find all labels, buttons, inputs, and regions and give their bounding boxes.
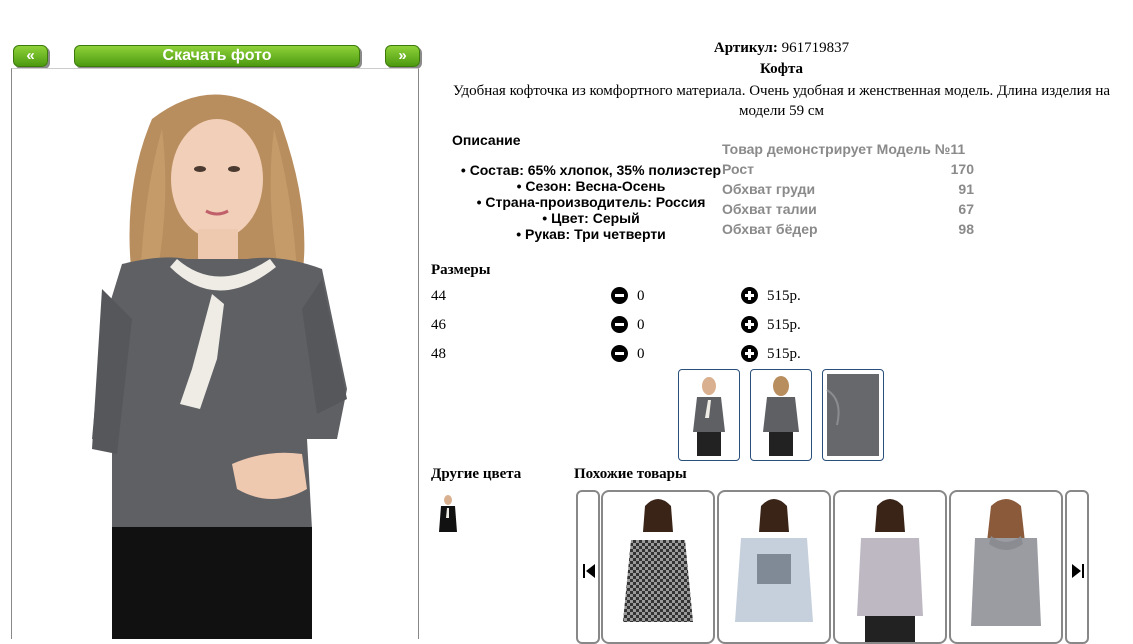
article-value: 961719837 [781,40,850,56]
price-value: 515р. [767,346,801,362]
article-line: Артикул: 961719837 [430,40,1133,57]
details-heading: Описание [452,132,521,148]
quantity-value: 0 [637,317,645,333]
model-row: Обхват груди 91 [722,179,974,199]
model-row: Обхват талии 67 [722,199,974,219]
size-label: 44 [431,288,446,304]
next-photo-button[interactable]: » [385,45,420,67]
similar-product-image [623,499,693,622]
similar-product-image [857,499,923,642]
download-photo-button[interactable]: Скачать фото [74,45,360,67]
price-value: 515р. [767,288,801,304]
model-row: Рост 170 [722,159,974,179]
quantity-value: 0 [637,288,645,304]
detail-item: Страна-производитель: Россия [446,194,736,210]
skip-previous-icon [583,564,595,578]
skip-next-icon [1072,564,1084,578]
model-row-label: Обхват талии [722,201,817,217]
sizes-heading: Размеры [431,262,491,278]
similar-product-card[interactable] [717,490,831,644]
plus-circle-icon[interactable] [741,287,758,304]
other-color-image [439,495,457,532]
main-product-photo [11,68,419,639]
previous-photo-button[interactable]: « [13,45,48,67]
size-row: 48 0 515р. [431,344,831,364]
price-value: 515р. [767,317,801,333]
similar-product-image [735,499,813,622]
model-row-label: Рост [722,161,754,177]
model-row: Обхват бёдер 98 [722,219,974,239]
quantity-value: 0 [637,346,645,362]
product-title: Кофта [759,61,804,77]
photo-thumbnail-front[interactable] [678,369,740,461]
size-label: 48 [431,346,446,362]
size-label: 46 [431,317,446,333]
article-label: Артикул: [713,40,778,56]
carousel-prev-button[interactable] [576,490,600,644]
product-description: Удобная кофточка из комфортного материал… [452,83,1111,119]
model-row-value: 98 [958,221,974,237]
similar-product-card[interactable] [833,490,947,644]
thumbnail-image [826,374,879,456]
thumbnail-image [763,376,799,456]
model-row-label: Обхват груди [722,181,816,197]
model-photo-image [92,94,347,639]
similar-products-heading: Похожие товары [574,466,687,482]
thumbnail-image [693,377,725,456]
plus-circle-icon[interactable] [741,345,758,362]
photo-thumbnail-fabric[interactable] [822,369,884,461]
photo-thumbnail-back[interactable] [750,369,812,461]
size-row: 46 0 515р. [431,315,831,335]
detail-item: Рукав: Три четверти [446,226,736,242]
model-measurements: Товар демонстрирует Модель №11 Рост 170 … [722,139,974,239]
detail-item: Сезон: Весна-Осень [446,178,736,194]
model-row-value: 91 [958,181,974,197]
similar-product-card[interactable] [949,490,1063,644]
plus-circle-icon[interactable] [741,316,758,333]
model-heading: Товар демонстрирует Модель №11 [722,141,966,157]
similar-product-card[interactable] [601,490,715,644]
size-row: 44 0 515р. [431,286,831,306]
minus-circle-icon[interactable] [611,345,628,362]
model-row-value: 170 [950,161,974,177]
model-row-label: Обхват бёдер [722,221,818,237]
carousel-next-button[interactable] [1065,490,1089,644]
model-row-value: 67 [958,201,974,217]
other-colors-heading: Другие цвета [431,466,522,482]
details-list: Состав: 65% хлопок, 35% полиэстер Сезон:… [446,162,736,242]
other-color-swatch[interactable] [436,494,460,538]
detail-item: Состав: 65% хлопок, 35% полиэстер [446,162,736,178]
similar-product-image [971,499,1041,626]
detail-item: Цвет: Серый [446,210,736,226]
minus-circle-icon[interactable] [611,316,628,333]
minus-circle-icon[interactable] [611,287,628,304]
